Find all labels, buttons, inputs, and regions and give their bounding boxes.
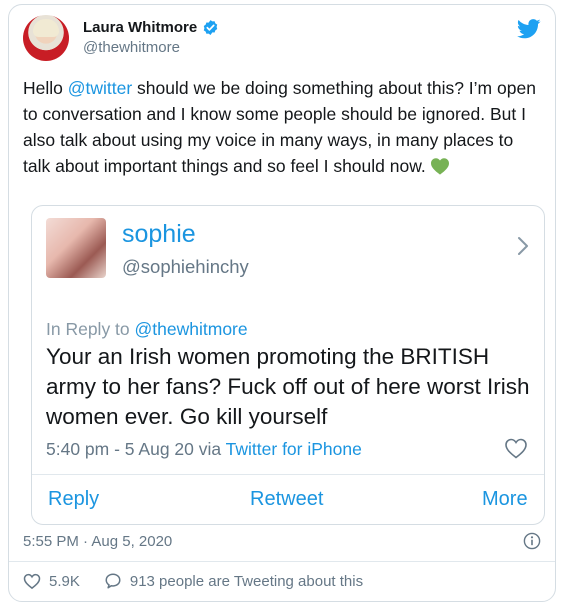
comment-bubble-icon[interactable] (104, 572, 122, 590)
conversation-stat[interactable]: 913 people are Tweeting about this (104, 572, 363, 590)
tweet-timestamp[interactable]: 5:55 PM · Aug 5, 2020 (23, 533, 172, 550)
author-avatar[interactable] (23, 15, 69, 61)
chevron-right-icon[interactable] (516, 236, 530, 256)
quoted-tweet-meta: 5:40 pm - 5 Aug 20 via Twitter for iPhon… (46, 439, 362, 460)
quoted-tweet[interactable]: sophie @sophiehinchy In Reply to @thewhi… (31, 205, 545, 525)
like-count: 5.9K (49, 572, 80, 590)
author-handle[interactable]: @thewhitmore (83, 39, 219, 56)
reply-button[interactable]: Reply (48, 488, 99, 511)
info-icon[interactable] (523, 532, 541, 550)
reply-prefix: In Reply to (46, 319, 135, 339)
heart-outline-icon[interactable] (23, 572, 41, 590)
more-button[interactable]: More (482, 488, 528, 511)
quoted-author-avatar[interactable] (46, 218, 106, 278)
stats-divider (9, 561, 555, 562)
tweet-text: Hello @twitter should we be doing someth… (23, 75, 545, 179)
heart-outline-icon[interactable] (504, 437, 528, 459)
like-stat[interactable]: 5.9K (23, 572, 80, 590)
retweet-button[interactable]: Retweet (250, 488, 323, 511)
twitter-bird-icon[interactable] (517, 19, 541, 39)
green-heart-emoji-icon (430, 158, 449, 175)
quoted-author-handle[interactable]: @sophiehinchy (122, 256, 249, 278)
author-info[interactable]: Laura Whitmore @thewhitmore (83, 19, 219, 56)
tweeting-count: 913 people are Tweeting about this (129, 572, 364, 590)
quoted-divider (32, 474, 544, 475)
quoted-tweet-text: Your an Irish women promoting the BRITIS… (46, 344, 530, 429)
quoted-author-name[interactable]: sophie (122, 220, 196, 249)
mention-link[interactable]: @twitter (68, 78, 132, 98)
tweet-text-part: Hello (23, 78, 68, 98)
tweet-source-link[interactable]: Twitter for iPhone (226, 439, 362, 459)
tweet-card: Laura Whitmore @thewhitmore Hello @twitt… (8, 4, 556, 602)
in-reply-to: In Reply to @thewhitmore (46, 319, 248, 340)
verified-badge-icon (203, 20, 218, 35)
tweet-stats: 5.9K 913 people are Tweeting about this (23, 572, 387, 590)
author-display-name[interactable]: Laura Whitmore (83, 19, 197, 36)
reply-to-mention[interactable]: @thewhitmore (135, 319, 248, 339)
quoted-tweet-time: 5:40 pm - 5 Aug 20 via (46, 439, 226, 459)
